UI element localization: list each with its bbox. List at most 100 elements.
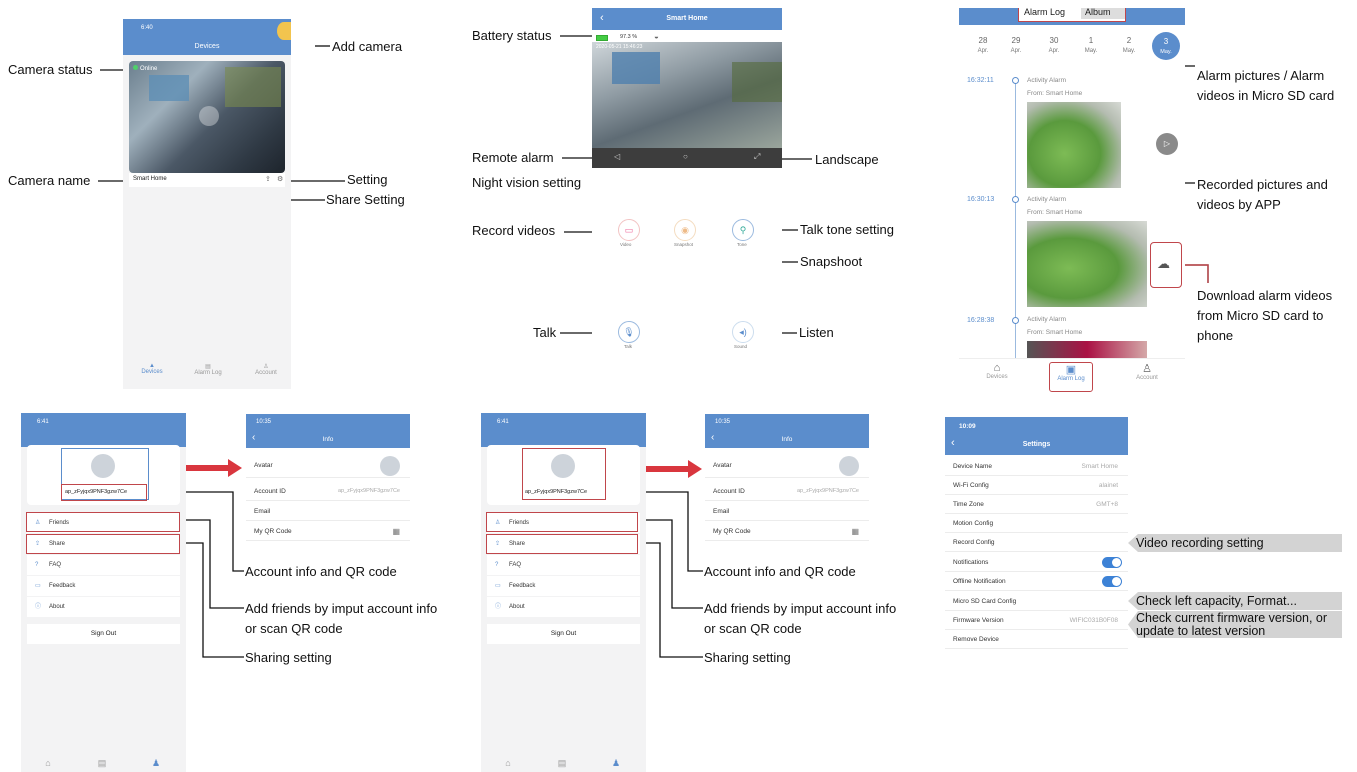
play-icon[interactable]: ▷ <box>1156 133 1178 155</box>
ann-account-info-a: Account info and QR code <box>245 564 397 579</box>
ann-talk: Talk <box>533 325 557 340</box>
talk-tone-button[interactable]: ⚲ <box>732 219 754 241</box>
callout-text: Video recording setting <box>1136 536 1264 550</box>
tab-devices[interactable]: ▲ Devices <box>137 363 167 375</box>
date-month: Apr. <box>1048 48 1060 54</box>
tab-alarm-log[interactable]: ▤ <box>95 758 109 769</box>
row-value: ap_zFyjqx9PNF3gzw7Ce <box>796 488 859 494</box>
event-thumbnail[interactable] <box>1027 221 1147 307</box>
ann-add-friends-b: Add friends by imput account info or sca… <box>704 601 897 636</box>
tab-alarm-log[interactable]: ▣ Alarm Log <box>1049 362 1093 392</box>
menu-faq[interactable]: ? FAQ <box>487 555 640 575</box>
avatar[interactable] <box>551 454 575 478</box>
settings-row-notifications[interactable]: Notifications <box>945 553 1128 572</box>
tab-devices[interactable]: ⌂ <box>501 758 515 768</box>
alarm-icon[interactable]: ◁ <box>614 152 620 161</box>
date-item[interactable]: 2 May. <box>1119 36 1139 54</box>
snapshot-label: Snapshot <box>674 242 694 247</box>
sign-out-button[interactable]: Sign Out <box>27 624 180 644</box>
tab-alarm-log[interactable]: ▤ <box>555 758 569 769</box>
date-item[interactable]: 1 May. <box>1081 36 1101 54</box>
row-label: Record Config <box>953 539 995 546</box>
status-time: 6:41 <box>37 419 49 425</box>
info-row-email[interactable]: Email <box>705 502 869 521</box>
info-row-avatar[interactable]: Avatar <box>246 454 410 478</box>
event-thumbnail[interactable] <box>1027 102 1121 188</box>
status-time: 6:40 <box>141 25 153 31</box>
tab-account[interactable]: ♙ Account <box>1127 362 1167 381</box>
event-from: From: Smart Home <box>1027 329 1083 336</box>
play-icon[interactable] <box>199 106 219 126</box>
night-vision-icon[interactable]: ○ <box>683 152 688 161</box>
date-day: 3 <box>1163 37 1169 46</box>
date-item[interactable]: 28 Apr. <box>973 36 993 54</box>
tab-devices[interactable]: ⌂ <box>41 758 55 768</box>
snapshot-button[interactable]: ◉ <box>674 219 696 241</box>
live-video[interactable]: 2020-05-21 15:46:23 <box>592 42 782 148</box>
sign-out-button[interactable]: Sign Out <box>487 624 640 644</box>
settings-row-record[interactable]: Record Config <box>945 533 1128 552</box>
info-row-email[interactable]: Email <box>246 502 410 521</box>
camera-preview[interactable]: Online <box>129 61 285 173</box>
add-camera-icon[interactable] <box>277 22 291 40</box>
settings-row-sd-card[interactable]: Micro SD Card Config <box>945 592 1128 611</box>
offline-toggle[interactable] <box>1102 576 1122 587</box>
bottom-tabbar: ▲ Devices ▤ Alarm Log ♙ Account <box>123 359 291 389</box>
listen-button[interactable]: ◂) <box>732 321 754 343</box>
info-header: 10:35 ‹ Info <box>705 414 869 448</box>
settings-row-device-name[interactable]: Device Name Smart Home <box>945 457 1128 476</box>
info-screen: 10:35 ‹ Info Avatar Account ID ap_zFyjqx9… <box>246 414 410 554</box>
info-row-account-id[interactable]: Account ID ap_zFyjqx9PNF3gzw7Ce <box>246 482 410 501</box>
menu-about[interactable]: ⓘ About <box>487 597 640 617</box>
row-label: Time Zone <box>953 501 984 508</box>
tab-account[interactable]: ♙ Account <box>251 363 281 376</box>
avatar[interactable] <box>91 454 115 478</box>
tab-alarm-log[interactable]: ▤ Alarm Log <box>193 363 223 376</box>
settings-row-remove[interactable]: Remove Device <box>945 630 1128 649</box>
info-row-qr[interactable]: My QR Code ▦ <box>246 522 410 541</box>
notifications-toggle[interactable] <box>1102 557 1122 568</box>
menu-about[interactable]: ⓘ About <box>27 597 180 617</box>
settings-row-wifi[interactable]: Wi-Fi Config alainet <box>945 476 1128 495</box>
menu-feedback[interactable]: ▭ Feedback <box>487 576 640 596</box>
talk-button[interactable]: 🎙 <box>618 321 640 343</box>
camera-name: Smart Home <box>133 176 167 182</box>
date-item[interactable]: 30 Apr. <box>1044 36 1064 54</box>
tab-account[interactable]: ♟ <box>609 758 623 769</box>
info-row-qr[interactable]: My QR Code ▦ <box>705 522 869 541</box>
ann-listen: Listen <box>799 325 834 340</box>
info-row-account-id[interactable]: Account ID ap_zFyjqx9PNF3gzw7Ce <box>705 482 869 501</box>
menu-faq[interactable]: ? FAQ <box>27 555 180 575</box>
landscape-icon[interactable]: ⤢ <box>754 152 760 162</box>
row-label: Offline Notification <box>953 578 1006 585</box>
menu-feedback[interactable]: ▭ Feedback <box>27 576 180 596</box>
settings-row-offline[interactable]: Offline Notification <box>945 572 1128 591</box>
cloud-download-icon[interactable]: ☁ <box>1157 256 1170 272</box>
tab-album[interactable]: Album <box>1081 8 1125 19</box>
info-row-avatar[interactable]: Avatar <box>705 454 869 478</box>
gear-icon[interactable]: ⚙ <box>277 175 283 183</box>
settings-row-timezone[interactable]: Time Zone GMT+8 <box>945 495 1128 514</box>
date-item[interactable]: 29 Apr. <box>1006 36 1026 54</box>
tab-account[interactable]: ♟ <box>149 758 163 769</box>
devices-header: 6:40 Devices <box>123 19 291 55</box>
tab-alarm-log[interactable]: Alarm Log <box>1024 8 1065 17</box>
share-icon[interactable]: ⇪ <box>265 175 271 183</box>
record-video-button[interactable]: ▭ <box>618 219 640 241</box>
share-highlight <box>26 534 180 554</box>
callout-text: Check left capacity, Format... <box>1136 594 1297 608</box>
info-header: 10:35 ‹ Info <box>246 414 410 448</box>
ann-alarm-pictures: Alarm pictures / Alarm videos in Micro S… <box>1197 68 1335 103</box>
alarm-tabs-highlight: Alarm Log Album <box>1018 8 1126 22</box>
settings-row-motion[interactable]: Motion Config <box>945 514 1128 533</box>
settings-screen: 10:09 ‹ Settings Device Name Smart Home W… <box>945 417 1128 657</box>
ann-add-camera: Add camera <box>332 39 403 54</box>
row-label: Remove Device <box>953 636 999 643</box>
camera-name-row: Smart Home ⇪ ⚙ <box>129 173 285 187</box>
tab-devices[interactable]: ⌂ Devices <box>977 362 1017 380</box>
avatar <box>380 456 400 476</box>
tab-account-label: Account <box>1136 375 1158 381</box>
date-item-selected[interactable]: 3 May. <box>1152 32 1180 60</box>
settings-row-firmware[interactable]: Firmware Version WIFIC031B0F08 <box>945 611 1128 630</box>
callout-video-recording: Video recording setting <box>1128 534 1342 552</box>
